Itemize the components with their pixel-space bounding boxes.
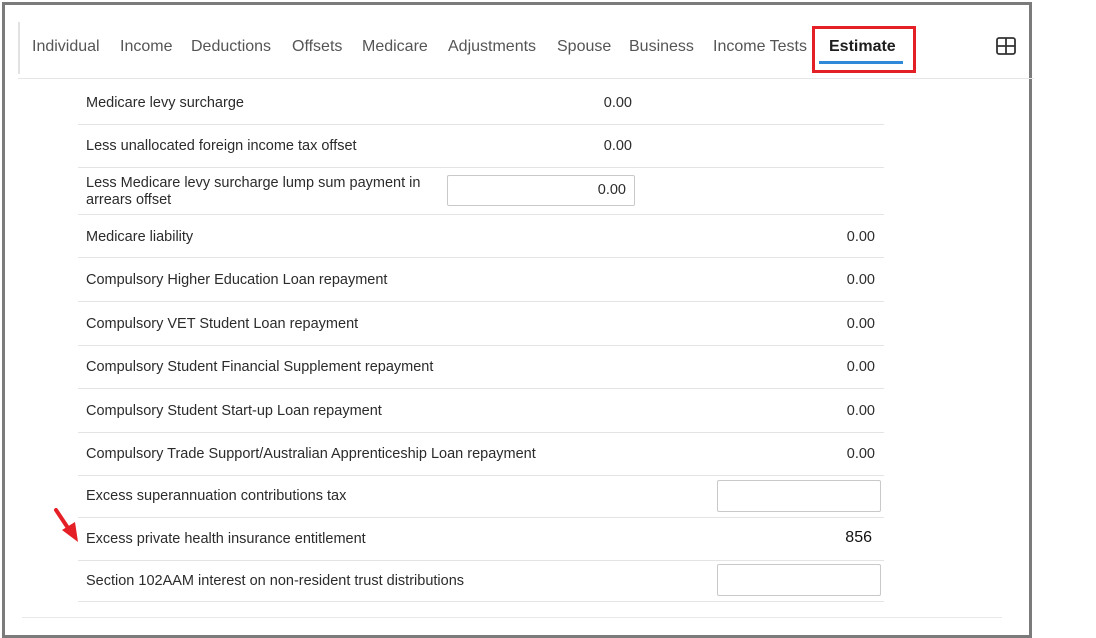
- tab-deductions[interactable]: Deductions: [191, 38, 271, 56]
- row-student-startup-loan: Compulsory Student Start-up Loan repayme…: [78, 389, 884, 433]
- row-excess-super-contributions-tax: Excess superannuation contributions tax: [78, 476, 884, 518]
- tab-offsets[interactable]: Offsets: [292, 38, 342, 56]
- lump-sum-arrears-offset-input[interactable]: 0.00: [447, 175, 635, 206]
- excess-super-contributions-input[interactable]: [717, 480, 881, 512]
- row-label: Section 102AAM interest on non-resident …: [86, 573, 465, 589]
- row-lump-sum-arrears-offset: Less Medicare levy surcharge lump sum pa…: [78, 168, 884, 215]
- row-value: 0.00: [846, 403, 875, 419]
- row-value: 0.00: [603, 95, 632, 111]
- row-label: Compulsory Higher Education Loan repayme…: [86, 272, 388, 288]
- section-102aam-interest-input[interactable]: [717, 564, 881, 596]
- tab-spouse[interactable]: Spouse: [557, 38, 611, 56]
- row-value: 0.00: [846, 272, 875, 288]
- row-trade-support-loan: Compulsory Trade Support/Australian Appr…: [78, 433, 884, 476]
- row-medicare-liability: Medicare liability 0.00: [78, 215, 884, 258]
- annotation-highlight-box: [812, 26, 916, 73]
- row-value: 0.00: [846, 359, 875, 375]
- row-section-102aam-interest: Section 102AAM interest on non-resident …: [78, 561, 884, 602]
- tab-adjustments[interactable]: Adjustments: [448, 38, 536, 56]
- footer-divider: [22, 617, 1002, 618]
- row-label: Less unallocated foreign income tax offs…: [86, 138, 357, 154]
- tab-income[interactable]: Income: [120, 38, 172, 56]
- row-label: Less Medicare levy surcharge lump sum pa…: [86, 175, 421, 208]
- tab-income-tests[interactable]: Income Tests: [713, 38, 807, 56]
- row-medicare-levy-surcharge: Medicare levy surcharge 0.00: [78, 82, 884, 125]
- row-label: Compulsory Student Financial Supplement …: [86, 359, 434, 375]
- row-label: Excess superannuation contributions tax: [86, 488, 347, 504]
- row-label: Compulsory VET Student Loan repayment: [86, 316, 359, 332]
- row-higher-education-loan: Compulsory Higher Education Loan repayme…: [78, 258, 884, 302]
- row-excess-phi-entitlement: Excess private health insurance entitlem…: [78, 518, 884, 561]
- row-value: 0.00: [846, 316, 875, 332]
- row-label: Compulsory Student Start-up Loan repayme…: [86, 403, 382, 419]
- row-label: Medicare liability: [86, 229, 194, 245]
- row-label: Excess private health insurance entitlem…: [86, 531, 366, 547]
- grid-layout-icon[interactable]: [996, 37, 1016, 55]
- tab-business[interactable]: Business: [629, 38, 694, 56]
- row-label: Medicare levy surcharge: [86, 95, 244, 111]
- row-label: Compulsory Trade Support/Australian Appr…: [86, 446, 536, 462]
- row-value: 0.00: [846, 229, 875, 245]
- tab-bar-divider: [18, 22, 20, 74]
- row-unallocated-foreign-income-tax-offset: Less unallocated foreign income tax offs…: [78, 125, 884, 168]
- tab-medicare[interactable]: Medicare: [362, 38, 428, 56]
- row-vet-student-loan: Compulsory VET Student Loan repayment 0.…: [78, 302, 884, 346]
- red-arrow-icon: [54, 508, 78, 542]
- row-value: 0.00: [603, 138, 632, 154]
- tab-individual[interactable]: Individual: [32, 38, 100, 56]
- row-value: 0.00: [846, 446, 875, 462]
- row-student-financial-supplement: Compulsory Student Financial Supplement …: [78, 346, 884, 389]
- row-value: 856: [845, 529, 872, 546]
